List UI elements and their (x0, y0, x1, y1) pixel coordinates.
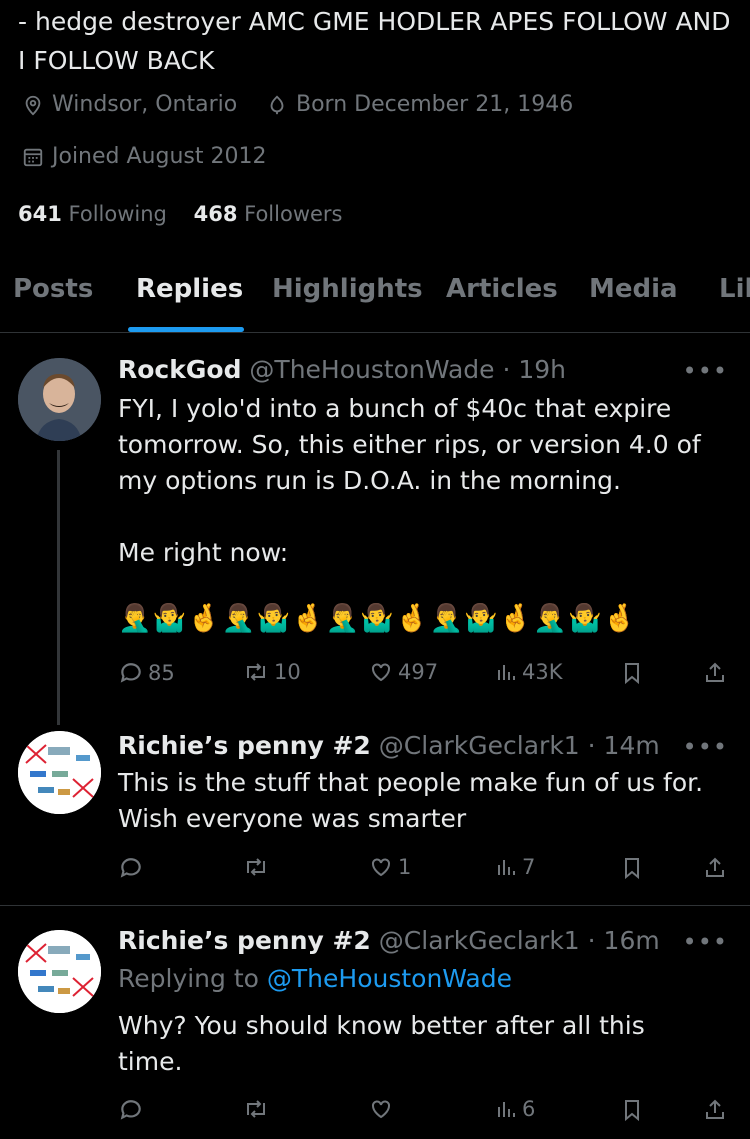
share-button[interactable] (703, 855, 731, 881)
calendar-icon (23, 148, 43, 166)
tweet-header: RockGod @TheHoustonWade · 19h (118, 355, 567, 384)
more-icon[interactable]: ••• (683, 928, 728, 956)
tab-articles[interactable]: Articles (446, 274, 558, 304)
like-icon (372, 858, 390, 877)
tweet-text-line: Wish everyone was smarter (118, 804, 467, 833)
tweet-text-line: This is the stuff that people make fun o… (118, 768, 704, 797)
repost-button[interactable] (242, 1097, 274, 1121)
reply-button[interactable]: 85 (118, 660, 175, 686)
author-handle[interactable]: @ClarkGeclark1 (379, 926, 580, 955)
active-tab-indicator (128, 327, 244, 332)
share-button[interactable] (703, 1097, 731, 1123)
tweet-emojis: 🤦‍♂️🤷‍♂️🤞🤦‍♂️🤷‍♂️🤞🤦‍♂️🤷‍♂️🤞🤦‍♂️🤷‍♂️🤞🤦‍♂️… (118, 603, 638, 634)
tweet-actions: 6 (118, 1097, 730, 1127)
following-link[interactable]: 641 Following (18, 202, 167, 226)
bookmark-button[interactable] (620, 660, 648, 686)
tweet-text-line: my options run is D.O.A. in the morning. (118, 466, 621, 495)
repost-icon (247, 663, 265, 681)
tweet-text-line: tomorrow. So, this either rips, or versi… (118, 430, 701, 459)
like-icon (372, 1100, 390, 1119)
tab-highlights[interactable]: Highlights (272, 274, 423, 304)
tweet-reply-2[interactable]: Richie’s penny #2 @ClarkGeclark1 · 16m •… (0, 906, 750, 1139)
profile-joined: Joined August 2012 (22, 144, 266, 169)
joined-text: Joined August 2012 (52, 144, 267, 169)
tweet-header: Richie’s penny #2 @ClarkGeclark1 · 16m (118, 926, 660, 955)
tweet-text-line: FYI, I yolo'd into a bunch of $40c that … (118, 394, 672, 423)
location-icon (25, 95, 41, 115)
profile-bio: - hedge destroyer AMC GME HODLER APES FO… (18, 7, 731, 75)
views-button[interactable]: 6 (494, 1097, 535, 1121)
profile-tabs: Posts Replies Highlights Articles Media … (0, 252, 750, 333)
tweet-time[interactable]: 19h (518, 355, 566, 384)
tweet-text: Why? You should know better after all th… (118, 1008, 728, 1080)
tweet-time[interactable]: 14m (604, 731, 660, 760)
profile-birthday: Born December 21, 1946 (266, 92, 573, 117)
repost-button[interactable]: 10 (242, 660, 301, 684)
replying-to: Replying to @TheHoustonWade (118, 964, 512, 993)
author-name[interactable]: Richie’s penny #2 (118, 926, 371, 955)
tweet-reply-1[interactable]: Richie’s penny #2 @ClarkGeclark1 · 14m •… (0, 715, 750, 905)
location-text: Windsor, Ontario (52, 92, 238, 117)
tweet-actions: 1 7 (118, 855, 730, 885)
like-icon (372, 663, 390, 682)
profile-location: Windsor, Ontario (22, 92, 237, 117)
share-icon (706, 1099, 724, 1119)
replying-to-handle[interactable]: @TheHoustonWade (267, 964, 512, 993)
birthday-icon (270, 94, 284, 114)
tweet-text: FYI, I yolo'd into a bunch of $40c that … (118, 391, 728, 637)
avatar[interactable] (18, 930, 101, 1013)
more-icon[interactable]: ••• (683, 357, 728, 385)
birthday-text: Born December 21, 1946 (296, 92, 574, 117)
like-button[interactable]: 497 (368, 660, 438, 684)
more-icon[interactable]: ••• (683, 733, 728, 761)
avatar[interactable] (18, 731, 101, 814)
views-icon (498, 860, 515, 875)
tab-likes[interactable]: Lik (719, 274, 750, 304)
tweet-rockgod[interactable]: RockGod @TheHoustonWade · 19h ••• FYI, I… (0, 345, 750, 715)
author-name[interactable]: RockGod (118, 355, 241, 384)
share-button[interactable] (703, 660, 731, 686)
reply-button[interactable] (118, 855, 148, 881)
views-button[interactable]: 43K (494, 660, 563, 684)
tweet-time[interactable]: 16m (604, 926, 660, 955)
repost-icon (247, 858, 265, 876)
views-icon (498, 1102, 515, 1117)
author-handle[interactable]: @TheHoustonWade (249, 355, 494, 384)
bookmark-icon (625, 858, 639, 880)
tab-posts[interactable]: Posts (13, 274, 93, 304)
share-icon (706, 857, 724, 877)
bookmark-icon (625, 1100, 639, 1122)
tweet-text-line: Me right now: (118, 538, 289, 567)
author-handle[interactable]: @ClarkGeclark1 (379, 731, 580, 760)
bookmark-button[interactable] (620, 855, 648, 881)
avatar[interactable] (18, 358, 101, 441)
repost-icon (247, 1100, 265, 1118)
tweet-text-line: time. (118, 1047, 183, 1076)
reply-button[interactable] (118, 1097, 148, 1123)
share-icon (706, 662, 724, 682)
tweet-text-line: Why? You should know better after all th… (118, 1011, 645, 1040)
reply-icon (120, 1100, 141, 1120)
follow-counts: 641 Following 468 Followers (18, 202, 343, 226)
tweet-text: This is the stuff that people make fun o… (118, 765, 728, 837)
views-button[interactable]: 7 (494, 855, 535, 879)
tweet-header: Richie’s penny #2 @ClarkGeclark1 · 14m (118, 731, 660, 760)
like-button[interactable] (368, 1097, 398, 1121)
repost-button[interactable] (242, 855, 274, 879)
author-name[interactable]: Richie’s penny #2 (118, 731, 371, 760)
followers-link[interactable]: 468 Followers (194, 202, 343, 226)
bookmark-icon (625, 663, 639, 685)
tweet-actions: 85 10 497 43K (118, 660, 730, 690)
tab-replies[interactable]: Replies (136, 274, 243, 304)
reply-icon (120, 858, 141, 878)
like-button[interactable]: 1 (368, 855, 411, 879)
bookmark-button[interactable] (620, 1097, 648, 1123)
views-icon (498, 665, 515, 680)
reply-icon (120, 663, 141, 683)
tab-media[interactable]: Media (589, 274, 678, 304)
